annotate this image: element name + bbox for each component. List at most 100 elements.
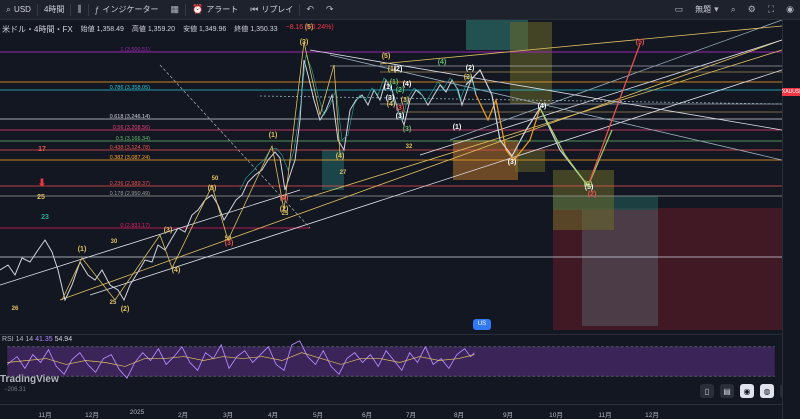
- rsi-legend[interactable]: RSI 14 14 41.35 54.94: [2, 336, 72, 343]
- bookmark-icon[interactable]: ▯: [700, 384, 714, 398]
- wave-label: (2): [588, 191, 597, 198]
- wave-label: (3): [300, 39, 309, 46]
- wave-label: (3): [396, 113, 405, 120]
- replay-icon: ⏮: [250, 4, 259, 14]
- rsi-label-text: RSI 14 14: [2, 336, 34, 343]
- time-tick: 11月: [38, 412, 52, 419]
- alert-button[interactable]: ⏰ アラート: [186, 0, 244, 20]
- alert-label: アラート: [206, 5, 239, 14]
- legend-low: 安値 1,349.96: [183, 26, 227, 33]
- price-line: [0, 59, 477, 302]
- fib-label: 0.438 (3,124.78): [110, 145, 151, 151]
- wave-label: (2): [121, 306, 130, 313]
- candles-icon: ⫼: [77, 4, 82, 14]
- interval-label: 4時間: [43, 5, 65, 14]
- time-tick: 2月: [177, 412, 189, 419]
- rsi-band: [7, 346, 775, 377]
- chart-style-button[interactable]: ⫼: [71, 0, 87, 20]
- down-arrow-icon: ⬇: [38, 178, 46, 189]
- count-label: 30: [111, 239, 118, 245]
- replay-label: リプレイ: [261, 5, 294, 14]
- symbol-search-button[interactable]: ⌕ USD: [0, 0, 37, 20]
- wave-label: (5): [584, 181, 593, 188]
- wave-label: (3): [403, 126, 412, 133]
- wave-label: (1): [453, 124, 462, 131]
- redo-button[interactable]: ↷: [320, 0, 340, 20]
- wave-label: (2): [394, 66, 403, 73]
- snapshot-button[interactable]: ◉: [780, 0, 800, 20]
- undo-icon: ↶: [306, 4, 314, 14]
- time-axis[interactable]: 11月 12月 2025 2月 3月 4月 5月 6月 7月 8月 9月 10月…: [0, 404, 782, 419]
- time-tick: 12月: [645, 412, 659, 419]
- wave-label: (3): [401, 97, 410, 104]
- fib-label: 0.56 (3,208.56): [113, 125, 150, 131]
- settings-button[interactable]: ⚙: [742, 0, 762, 20]
- time-tick: 4月: [267, 412, 279, 419]
- rsi-panel[interactable]: [0, 334, 782, 388]
- top-toolbar: ⌕ USD 4時間 ⫼ ƒ インジケーター ▦ ⏰ アラート ⏮ リプレイ ↶ …: [0, 0, 800, 20]
- fib-label: 0.5 (3,166.34): [116, 136, 150, 142]
- legend-symbol[interactable]: 米ドル・4時間・FX: [2, 24, 73, 35]
- layout-name-button[interactable]: 無題 ▾: [689, 0, 725, 20]
- wave-label: (2): [464, 74, 473, 81]
- wave-label: (1): [269, 132, 278, 139]
- legend-close: 終値 1,350.33: [234, 26, 278, 33]
- fib-label: 0.618 (3,246.14): [110, 114, 151, 120]
- trendline: [0, 189, 301, 286]
- alarm-clock-icon: ⏰: [192, 4, 204, 14]
- time-tick: 11月: [598, 412, 612, 419]
- wave-label: (4): [172, 267, 181, 274]
- red-projection: [587, 43, 641, 187]
- trendline: [159, 64, 311, 229]
- wave-label: (4): [336, 153, 345, 160]
- red-count-label: 17: [38, 146, 46, 153]
- chart-legend: 米ドル・4時間・FX 始値 1,358.49 高値 1,359.20 安値 1,…: [2, 24, 334, 35]
- trendline: [419, 39, 782, 156]
- indicators-button[interactable]: ƒ インジケーター: [89, 0, 165, 20]
- count-label: 25: [110, 300, 117, 306]
- layout-icon: ▭: [674, 4, 684, 14]
- fullscreen-button[interactable]: ⛶: [762, 0, 780, 20]
- wave-label: (5): [382, 53, 391, 60]
- quick-search-button[interactable]: ⌕: [725, 0, 742, 20]
- replay-button[interactable]: ⏮ リプレイ: [244, 0, 299, 20]
- grid-icon: ▦: [170, 4, 180, 14]
- time-tick: 9月: [502, 412, 514, 419]
- undo-button[interactable]: ↶: [300, 0, 320, 20]
- price-axis[interactable]: [782, 20, 800, 419]
- rsi-value-1: 41.35: [35, 336, 53, 343]
- wave-label: (2): [466, 65, 475, 72]
- fib-label: 0.382 (3,087.24): [110, 155, 151, 161]
- fib-label: 0.236 (2,989.37): [110, 181, 151, 187]
- chevron-down-icon: ▾: [714, 4, 719, 14]
- interval-button[interactable]: 4時間: [38, 0, 70, 20]
- magnet-icon[interactable]: ◍: [760, 384, 774, 398]
- price-line-candles: [239, 54, 477, 191]
- us-flag-icon[interactable]: US: [473, 319, 491, 330]
- wave-label: (3): [396, 105, 405, 112]
- templates-button[interactable]: ▦: [165, 0, 186, 20]
- count-label: 26: [12, 306, 19, 312]
- legend-change: −8.16 (−0.24%): [285, 24, 334, 31]
- tradingview-watermark: TradingView: [0, 374, 59, 385]
- watermark-sub: −206.31: [4, 387, 26, 393]
- wave-label: (1): [390, 79, 399, 86]
- wave-label: (1): [78, 246, 87, 253]
- wave-label: (4): [280, 195, 289, 202]
- time-tick: 12月: [85, 412, 99, 419]
- wave-label: (4): [538, 103, 547, 110]
- camera-icon: ◉: [786, 4, 794, 14]
- green-count-label: 23: [41, 214, 49, 221]
- main-chart[interactable]: 1 (3,500.51) 0.786 (3,358.05) 0.618 (3,2…: [0, 20, 782, 342]
- count-label: 27: [340, 170, 347, 176]
- layout-button[interactable]: ▭: [669, 0, 690, 20]
- time-tick: 5月: [312, 412, 324, 419]
- wave-label: (3): [164, 227, 173, 234]
- wave-label: (5): [208, 185, 217, 192]
- chat-icon[interactable]: ◉: [740, 384, 754, 398]
- indicator-icon: ƒ: [94, 4, 100, 15]
- calendar-icon[interactable]: ▤: [720, 384, 734, 398]
- count-label: 50: [212, 176, 219, 182]
- wave-label: (3): [386, 95, 395, 102]
- price-candles: [0, 54, 477, 302]
